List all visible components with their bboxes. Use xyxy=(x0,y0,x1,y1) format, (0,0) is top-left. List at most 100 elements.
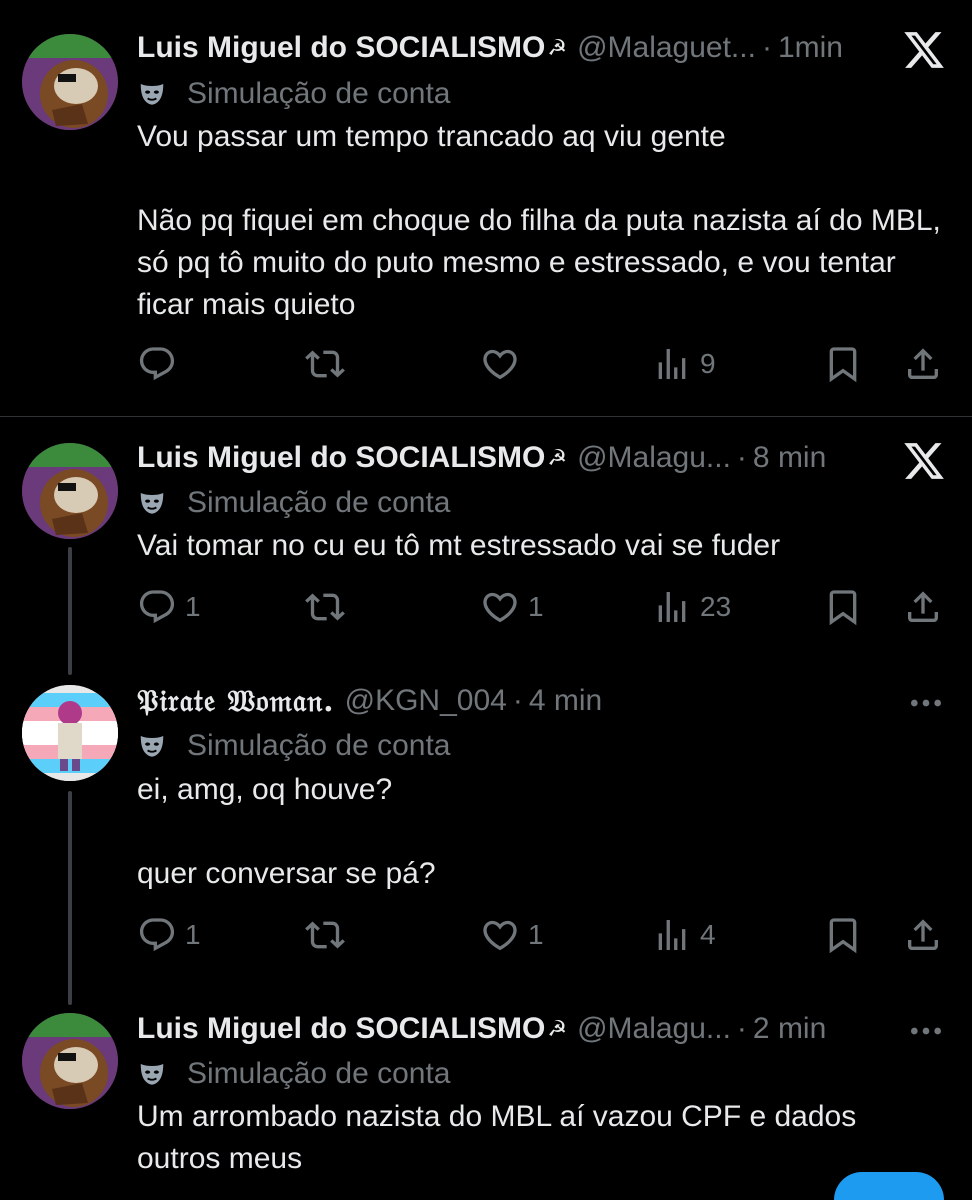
simulation-label: Simulação de conta xyxy=(137,1054,451,1094)
x-logo-icon[interactable] xyxy=(902,28,946,72)
views-icon xyxy=(652,344,692,384)
like-button[interactable] xyxy=(480,342,520,386)
tweet-text: Um arrombado nazista do MBL aí vazou CPF… xyxy=(137,1100,865,1175)
repost-button[interactable] xyxy=(305,585,345,629)
share-button[interactable] xyxy=(903,342,943,386)
timestamp[interactable]: 4 min xyxy=(529,684,602,718)
heart-icon xyxy=(480,587,520,627)
display-name[interactable]: Luis Miguel do SOCIALISMO xyxy=(137,31,545,65)
tweet-text: Vou passar um tempo trancado aq viu gent… xyxy=(137,120,941,321)
mask-icon xyxy=(137,1059,167,1089)
avatar[interactable] xyxy=(22,443,118,539)
share-button[interactable] xyxy=(903,585,943,629)
more-options-icon[interactable] xyxy=(906,683,946,723)
handle[interactable]: @Malagu... xyxy=(577,441,731,475)
avatar[interactable] xyxy=(22,685,118,781)
tweet-text: Vai tomar no cu eu tô mt estressado vai … xyxy=(137,529,781,562)
sickle-emoji: ☭ xyxy=(547,445,568,470)
mask-icon xyxy=(137,488,167,518)
repost-button[interactable] xyxy=(305,342,345,386)
views-icon xyxy=(652,915,692,955)
tweet-4[interactable]: Luis Miguel do SOCIALISMO ☭ @Malagu... ·… xyxy=(0,1007,972,1200)
compose-button[interactable] xyxy=(834,1172,944,1200)
action-bar: 1 1 4 xyxy=(137,913,947,957)
repost-button[interactable] xyxy=(305,913,345,957)
share-button[interactable] xyxy=(903,913,943,957)
handle[interactable]: @Malagu... xyxy=(577,1012,731,1046)
display-name[interactable]: Luis Miguel do SOCIALISMO xyxy=(137,1012,545,1046)
views-button[interactable]: 4 xyxy=(652,913,716,957)
simulation-label: Simulação de conta xyxy=(137,483,451,523)
views-count: 23 xyxy=(700,591,732,622)
more-options-icon[interactable] xyxy=(906,1011,946,1051)
share-icon xyxy=(903,587,943,627)
handle[interactable]: @KGN_004 xyxy=(345,684,507,718)
like-count: 1 xyxy=(528,919,544,950)
tweet-header: Luis Miguel do SOCIALISMO ☭ @Malaguet...… xyxy=(137,28,843,68)
views-count: 9 xyxy=(700,348,716,379)
like-button[interactable]: 1 xyxy=(480,913,544,957)
bookmark-button[interactable] xyxy=(823,342,863,386)
tweet-header: 𝔓𝔦𝔯𝔞𝔱𝔢 𝔚𝔬𝔪𝔞𝔫. @KGN_004 · 4 min xyxy=(137,681,602,721)
share-icon xyxy=(903,915,943,955)
repost-icon xyxy=(305,344,345,384)
bookmark-icon xyxy=(823,915,863,955)
reply-count: 1 xyxy=(185,591,201,622)
heart-icon xyxy=(480,915,520,955)
reply-button[interactable]: 1 xyxy=(137,585,201,629)
views-count: 4 xyxy=(700,919,716,950)
timestamp[interactable]: 8 min xyxy=(753,441,826,475)
timestamp[interactable]: 1min xyxy=(778,31,843,65)
tweet-header: Luis Miguel do SOCIALISMO ☭ @Malagu... ·… xyxy=(137,438,826,478)
tweet-text: ei, amg, oq houve? quer conversar se pá? xyxy=(137,773,436,890)
timestamp[interactable]: 2 min xyxy=(753,1012,826,1046)
thread-line xyxy=(68,547,72,675)
action-bar: 1 1 23 xyxy=(137,585,947,629)
avatar[interactable] xyxy=(22,34,118,130)
bookmark-button[interactable] xyxy=(823,585,863,629)
mask-icon xyxy=(137,731,167,761)
avatar[interactable] xyxy=(22,1013,118,1109)
separator-dot: · xyxy=(761,31,772,64)
bookmark-button[interactable] xyxy=(823,913,863,957)
tweet-3[interactable]: 𝔓𝔦𝔯𝔞𝔱𝔢 𝔚𝔬𝔪𝔞𝔫. @KGN_004 · 4 min Simulação… xyxy=(0,677,972,1007)
simulation-text: Simulação de conta xyxy=(187,486,451,519)
like-count: 1 xyxy=(528,591,544,622)
separator-dot: · xyxy=(736,1012,747,1045)
repost-icon xyxy=(305,587,345,627)
share-icon xyxy=(903,344,943,384)
heart-icon xyxy=(480,344,520,384)
separator-dot: · xyxy=(736,441,747,474)
handle[interactable]: @Malaguet... xyxy=(577,31,756,65)
bookmark-icon xyxy=(823,587,863,627)
x-logo-icon[interactable] xyxy=(902,439,946,483)
reply-count: 1 xyxy=(185,919,201,950)
sickle-emoji: ☭ xyxy=(547,1016,568,1041)
simulation-text: Simulação de conta xyxy=(187,729,451,762)
repost-icon xyxy=(305,915,345,955)
tweet-2[interactable]: Luis Miguel do SOCIALISMO ☭ @Malagu... ·… xyxy=(0,417,972,677)
reply-icon xyxy=(137,587,177,627)
simulation-label: Simulação de conta xyxy=(137,726,451,766)
separator-dot: · xyxy=(512,684,523,717)
reply-icon xyxy=(137,344,177,384)
mask-icon xyxy=(137,79,167,109)
reply-button[interactable] xyxy=(137,342,177,386)
tweet-1[interactable]: Luis Miguel do SOCIALISMO ☭ @Malaguet...… xyxy=(0,0,972,416)
simulation-text: Simulação de conta xyxy=(187,1057,451,1090)
display-name[interactable]: Luis Miguel do SOCIALISMO xyxy=(137,441,545,475)
views-button[interactable]: 9 xyxy=(652,342,716,386)
action-bar: 9 xyxy=(137,342,947,386)
reply-button[interactable]: 1 xyxy=(137,913,201,957)
simulation-text: Simulação de conta xyxy=(187,77,451,110)
simulation-label: Simulação de conta xyxy=(137,74,451,114)
thread-line xyxy=(68,791,72,1005)
sickle-emoji: ☭ xyxy=(547,35,568,60)
views-icon xyxy=(652,587,692,627)
views-button[interactable]: 23 xyxy=(652,585,731,629)
reply-icon xyxy=(137,915,177,955)
display-name[interactable]: 𝔓𝔦𝔯𝔞𝔱𝔢 𝔚𝔬𝔪𝔞𝔫. xyxy=(137,684,335,719)
like-button[interactable]: 1 xyxy=(480,585,544,629)
tweet-header: Luis Miguel do SOCIALISMO ☭ @Malagu... ·… xyxy=(137,1009,826,1049)
bookmark-icon xyxy=(823,344,863,384)
